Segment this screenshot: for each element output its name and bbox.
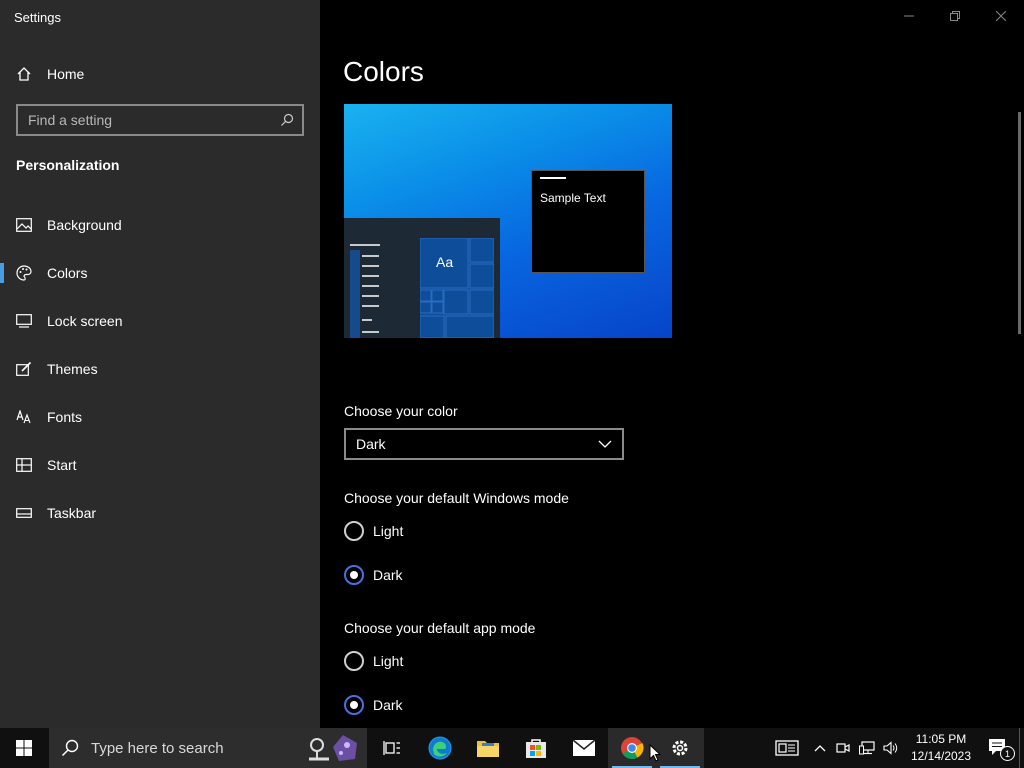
sidebar-item-lock-screen[interactable]: Lock screen: [0, 301, 320, 341]
volume-button[interactable]: [879, 728, 903, 768]
task-view-button[interactable]: [368, 728, 416, 768]
search-icon[interactable]: [272, 113, 302, 127]
minimize-icon: [904, 15, 914, 17]
search-input[interactable]: [18, 111, 272, 129]
restore-button[interactable]: [932, 0, 978, 32]
nav-home-label: Home: [47, 66, 85, 82]
nav-home[interactable]: Home: [16, 62, 84, 86]
minimize-button[interactable]: [886, 0, 932, 32]
sidebar-item-label: Lock screen: [47, 313, 123, 329]
start-button[interactable]: [0, 728, 48, 768]
radio-circle[interactable]: [344, 651, 364, 671]
folder-icon: [477, 741, 499, 757]
background-image-icon: [0, 218, 47, 232]
restore-icon: [950, 11, 960, 21]
settings-window: Settings Home Personalization Background…: [0, 0, 1024, 728]
network-button[interactable]: [855, 728, 879, 768]
sidebar-item-label: Fonts: [47, 409, 83, 425]
meet-now-button[interactable]: [831, 728, 855, 768]
search-icon: [61, 739, 79, 757]
clock-date: 12/14/2023: [910, 749, 972, 763]
mail-button[interactable]: [560, 728, 608, 768]
edge-button[interactable]: [416, 728, 464, 768]
sidebar-item-themes[interactable]: Themes: [0, 349, 320, 389]
windows-logo-icon: [16, 740, 32, 756]
start-grid-icon: [0, 458, 47, 472]
mail-icon: [572, 739, 596, 756]
notification-count-badge: 1: [1000, 746, 1015, 761]
sidebar-item-fonts[interactable]: Fonts: [0, 397, 320, 437]
home-icon: [17, 67, 31, 81]
clock-button[interactable]: 11:05 PM 12/14/2023: [903, 728, 979, 768]
app-title: Settings: [14, 10, 61, 25]
radio-circle[interactable]: [344, 521, 364, 541]
edge-browser-icon: [428, 736, 452, 760]
radio-label: Light: [373, 523, 404, 539]
sidebar-item-start[interactable]: Start: [0, 445, 320, 485]
radio-label: Light: [373, 653, 404, 669]
news-icon: [775, 740, 799, 756]
sidebar-item-label: Taskbar: [47, 505, 97, 521]
sidebar-item-label: Colors: [47, 265, 88, 281]
radio-circle-selected[interactable]: [344, 565, 364, 585]
color-preview: Aa Sample Text: [344, 104, 672, 338]
section-title: Personalization: [16, 157, 120, 173]
windows-mode-label: Choose your default Windows mode: [344, 490, 569, 506]
search-box[interactable]: [16, 104, 304, 136]
news-widget-button[interactable]: [765, 728, 809, 768]
camera-icon: [836, 743, 850, 753]
speaker-icon: [883, 741, 898, 755]
app-mode-label: Choose your default app mode: [344, 620, 536, 636]
sidebar-item-label: Start: [47, 457, 77, 473]
taskbar-search-placeholder: Type here to search: [91, 739, 224, 757]
preview-sample-window: Sample Text: [531, 170, 645, 273]
preview-sample-text: Sample Text: [540, 191, 606, 205]
palette-icon: [0, 265, 47, 281]
taskbar-icon: [0, 508, 47, 518]
themes-brush-icon: [0, 361, 47, 377]
sidebar-item-label: Background: [47, 217, 122, 233]
network-icon: [859, 741, 875, 755]
show-hidden-icons-button[interactable]: [809, 728, 831, 768]
clock-time: 11:05 PM: [915, 732, 967, 746]
mouse-cursor-icon: [649, 744, 661, 762]
radio-label: Dark: [373, 697, 403, 713]
fonts-icon: [0, 410, 47, 424]
notification-center-button[interactable]: 1: [979, 728, 1019, 768]
close-icon: [996, 11, 1006, 21]
search-highlight-icon: [309, 735, 357, 761]
task-view-icon: [383, 741, 400, 755]
sidebar-item-taskbar[interactable]: Taskbar: [0, 493, 320, 533]
preview-tiles: Aa: [420, 238, 494, 338]
scrollbar[interactable]: [1018, 112, 1021, 334]
app-mode-light-radio[interactable]: Light: [344, 651, 403, 671]
preview-tile-text: Aa: [436, 254, 454, 270]
sidebar-item-colors[interactable]: Colors: [0, 253, 320, 293]
file-explorer-button[interactable]: [464, 728, 512, 768]
settings-app-button[interactable]: [656, 728, 704, 768]
chevron-up-icon: [814, 745, 826, 752]
app-mode-dark-radio[interactable]: Dark: [344, 695, 403, 715]
store-icon: [526, 739, 546, 758]
radio-label: Dark: [373, 567, 403, 583]
dropdown-value: Dark: [356, 436, 386, 452]
windows-mode-light-radio[interactable]: Light: [344, 521, 403, 541]
windows-mode-dark-radio[interactable]: Dark: [344, 565, 403, 585]
sidebar: Settings Home Personalization Background…: [0, 0, 320, 728]
chevron-down-icon: [598, 440, 612, 448]
radio-circle-selected[interactable]: [344, 695, 364, 715]
taskbar-search-box[interactable]: Type here to search: [49, 728, 367, 768]
lock-screen-icon: [0, 314, 47, 328]
sidebar-item-label: Themes: [47, 361, 98, 377]
store-button[interactable]: [512, 728, 560, 768]
sidebar-item-background[interactable]: Background: [0, 205, 320, 245]
chrome-icon: [621, 737, 644, 759]
choose-color-label: Choose your color: [344, 403, 458, 419]
gear-icon: [672, 740, 688, 756]
close-button[interactable]: [978, 0, 1024, 32]
taskbar: Type here to search 11:05 PM 12/14/2023 …: [0, 728, 1024, 768]
choose-color-dropdown[interactable]: Dark: [344, 428, 624, 460]
page-title: Colors: [343, 56, 424, 87]
